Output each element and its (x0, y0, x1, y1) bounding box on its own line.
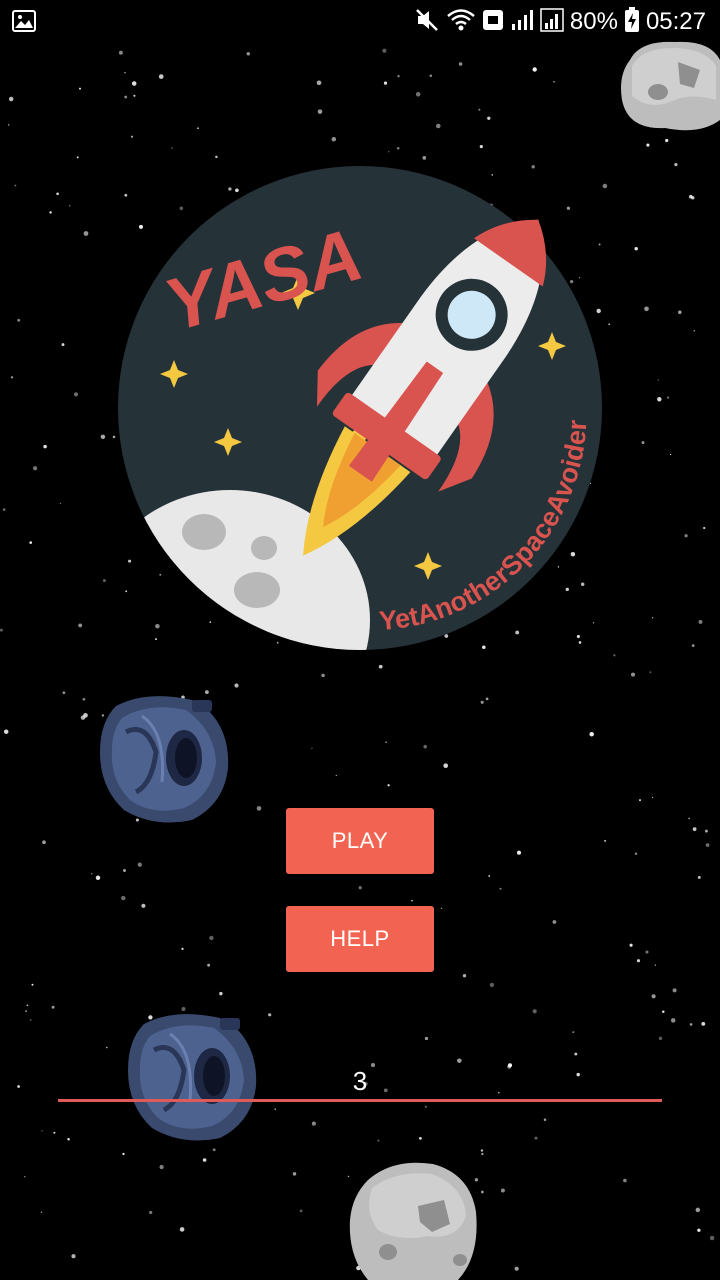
level-input-field[interactable] (58, 1062, 662, 1108)
signal-icon (540, 7, 564, 37)
level-input[interactable] (58, 1062, 662, 1102)
grey-asteroid-bottom (349, 1162, 477, 1280)
grey-asteroid-top (621, 41, 720, 131)
blue-asteroid-upper (100, 696, 229, 823)
battery-charging-icon (624, 6, 640, 38)
yasa-logo: YASA YetAnotherSpaceAvoider (118, 166, 602, 650)
mute-icon (414, 7, 440, 38)
message-icon (482, 9, 504, 36)
battery-percent: 80% (569, 8, 618, 35)
signal-icon (510, 8, 534, 37)
clock: 05:27 (645, 8, 706, 35)
play-button[interactable]: PLAY (286, 808, 434, 874)
help-button[interactable]: HELP (286, 906, 434, 972)
status-bar: 80% 05:27 (0, 0, 720, 44)
wifi-icon (446, 8, 476, 37)
gallery-icon (12, 10, 36, 37)
